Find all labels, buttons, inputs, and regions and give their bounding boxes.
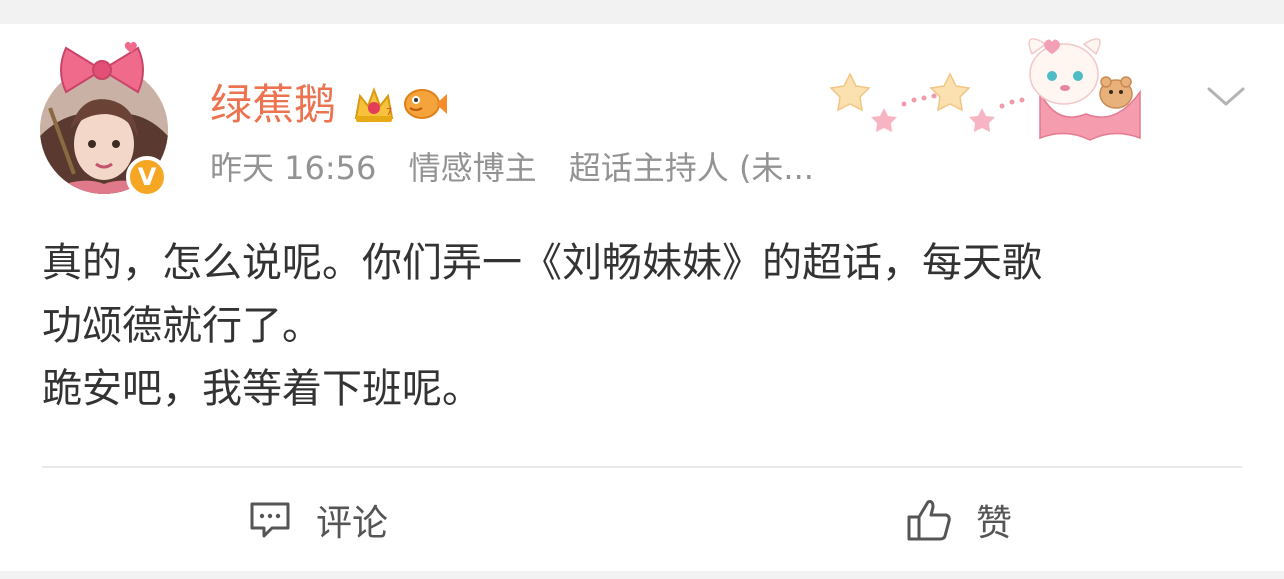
like-button[interactable]: 赞 [906, 494, 1012, 546]
post-content: 真的，怎么说呢。你们弄一《刘畅妹妹》的超话，每天歌 功颂德就行了。 跪安吧，我等… [42, 232, 1252, 421]
post-time[interactable]: 昨天 16:56 [210, 149, 376, 187]
fish-icon[interactable] [402, 84, 448, 124]
chevron-down-icon[interactable] [1206, 84, 1246, 110]
divider [42, 466, 1242, 468]
verified-badge-icon: V [126, 156, 168, 198]
bottom-separator [0, 571, 1284, 579]
comment-button[interactable]: 评论 [248, 494, 388, 546]
username[interactable]: 绿蕉鹅 [210, 80, 336, 130]
crown-icon[interactable]: 7 [352, 82, 396, 126]
post-text-line: 跪安吧，我等着下班呢。 [42, 366, 482, 412]
author-tag-host: 超话主持人 (未... [568, 149, 814, 187]
comment-icon [250, 502, 290, 538]
svg-text:7: 7 [386, 107, 392, 118]
post-text-line: 真的，怎么说呢。你们弄一《刘畅妹妹》的超话，每天歌 [42, 240, 1042, 286]
author-tag-blogger: 情感博主 [408, 149, 537, 187]
top-separator [0, 0, 1284, 24]
bow-decoration-icon [60, 41, 144, 94]
post-text-line: 功颂德就行了。 [42, 303, 322, 349]
post-meta: 昨天 16:56 情感博主 超话主持人 (未... [210, 148, 836, 188]
comment-label: 评论 [316, 503, 389, 544]
card-decoration-icon [829, 38, 1141, 141]
thumbs-up-icon [907, 500, 951, 541]
like-label: 赞 [976, 503, 1013, 544]
